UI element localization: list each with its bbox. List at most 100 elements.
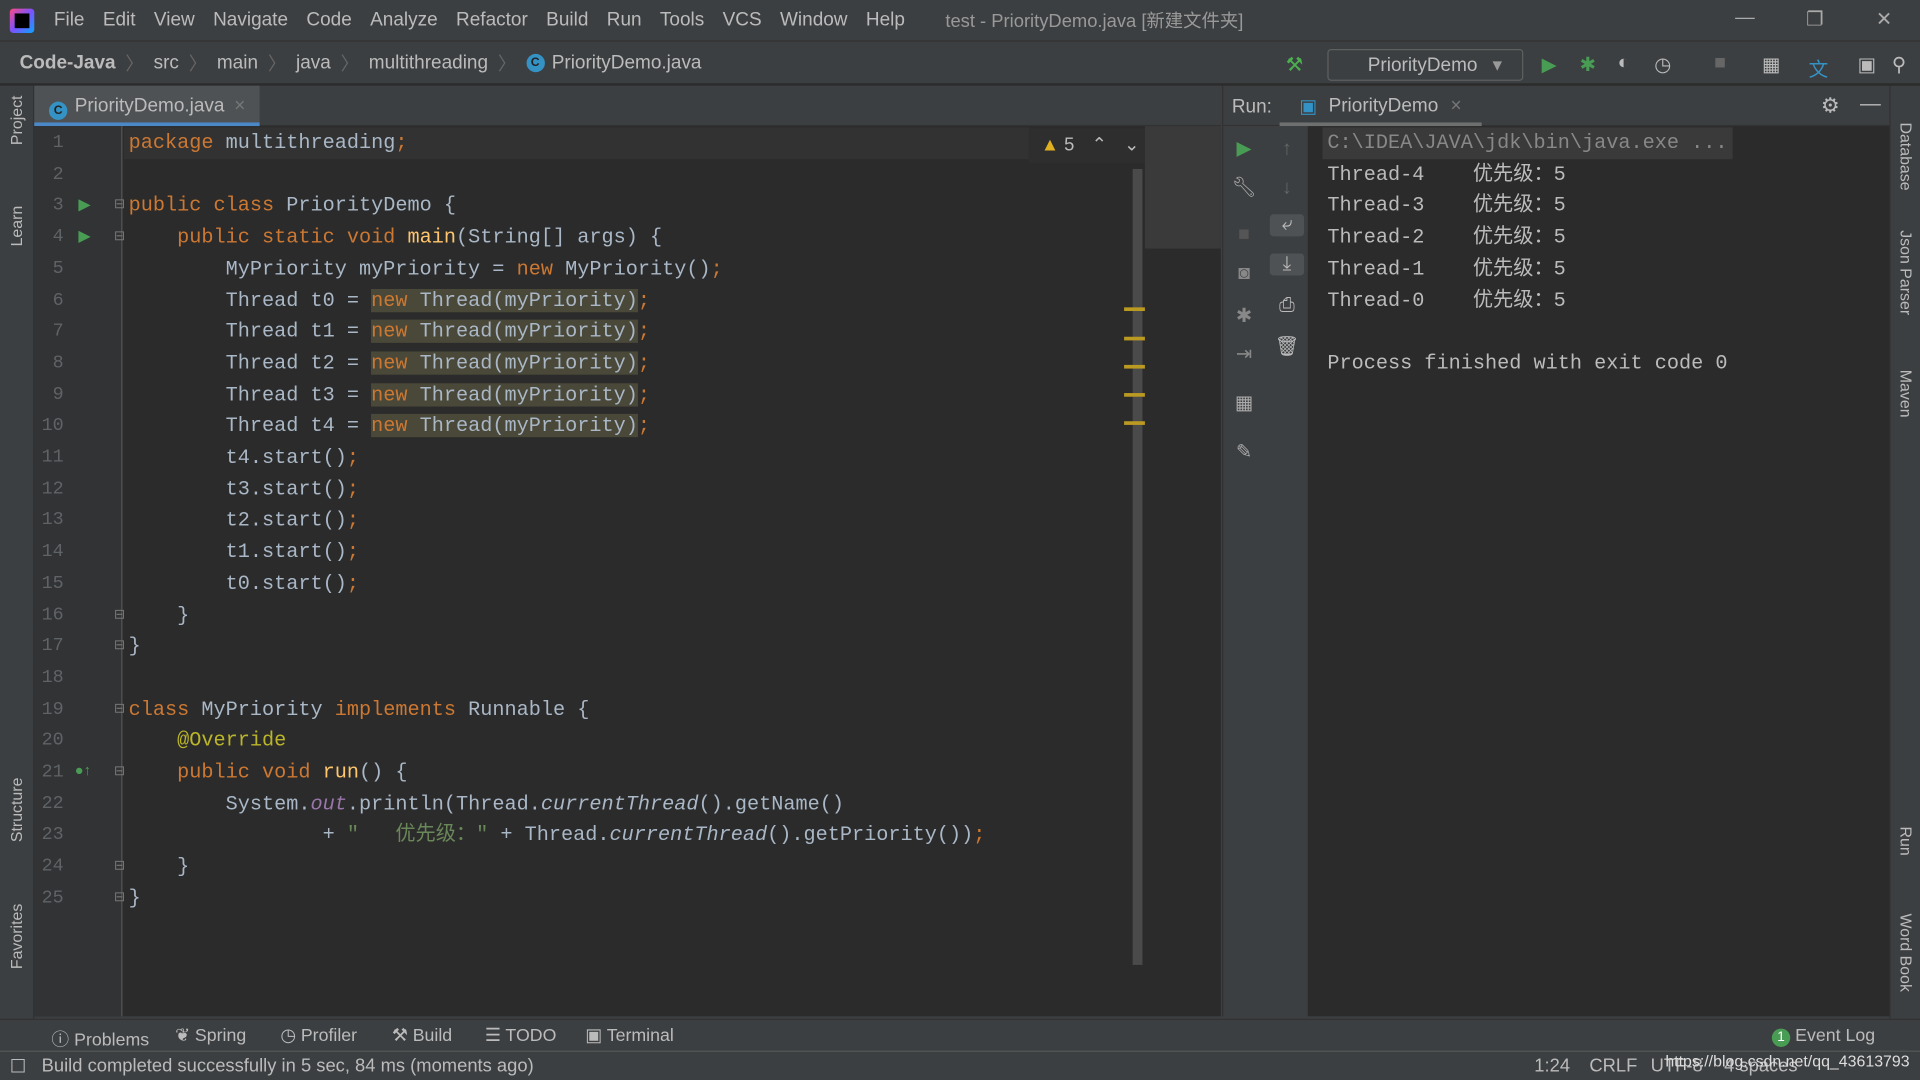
pin-icon[interactable]: ✎ <box>1227 440 1261 464</box>
tool-database[interactable]: Database <box>1897 122 1915 190</box>
menu-run[interactable]: Run <box>607 9 642 31</box>
tool-terminal[interactable]: ▣ Terminal <box>585 1026 673 1046</box>
debug-bug-icon[interactable]: ✱ <box>1227 304 1261 328</box>
menu-tools[interactable]: Tools <box>660 9 704 31</box>
run-gutter-icon[interactable]: ▶ <box>78 195 90 215</box>
menu-window[interactable]: Window <box>780 9 848 31</box>
tool-maven[interactable]: Maven <box>1897 370 1915 418</box>
menu-build[interactable]: Build <box>546 9 588 31</box>
warning-marker[interactable] <box>1124 307 1145 312</box>
camera-icon[interactable]: ◙ <box>1227 263 1261 285</box>
fold-icon[interactable]: ⊟ <box>114 763 125 779</box>
project-structure-icon[interactable]: ▦ <box>1762 53 1781 77</box>
rerun-icon[interactable]: ▶ <box>1227 136 1261 160</box>
tool-run[interactable]: Run <box>1897 827 1915 856</box>
status-toggle-icon[interactable]: ☐ <box>10 1056 26 1078</box>
run-config-dropdown[interactable]: PriorityDemo ▾ <box>1327 48 1524 81</box>
stop-icon[interactable]: ■ <box>1227 224 1261 246</box>
menu-analyze[interactable]: Analyze <box>370 9 438 31</box>
menu-vcs[interactable]: VCS <box>723 9 762 31</box>
tool-word-book[interactable]: Word Book <box>1897 913 1915 991</box>
search-icon[interactable]: ⚲ <box>1892 53 1906 77</box>
fold-icon[interactable]: ⊟ <box>114 606 125 622</box>
tab-prioritydemo-java[interactable]: C PriorityDemo.java × <box>34 85 260 127</box>
warning-marker[interactable] <box>1124 421 1145 425</box>
soft-wrap-icon[interactable]: ⤶ <box>1269 214 1305 237</box>
tool-todo[interactable]: ☰ TODO <box>485 1026 556 1046</box>
translate-icon[interactable]: 文 <box>1809 53 1829 82</box>
tool-problems[interactable]: ⓘ Problems <box>51 1026 149 1052</box>
inspection-widget[interactable]: ▲ 5 ⌃ ⌄ <box>1028 128 1152 163</box>
debug-icon[interactable]: ✱ <box>1580 53 1596 77</box>
tool-json-parser[interactable]: Json Parser <box>1897 230 1915 315</box>
fold-icon[interactable]: ⊟ <box>114 857 125 873</box>
warning-marker[interactable] <box>1124 336 1145 341</box>
line-separator[interactable]: CRLF <box>1589 1056 1637 1077</box>
run-console[interactable]: C:\IDEA\JAVA\jdk\bin\java.exe ... Thread-… <box>1307 126 1890 1017</box>
fold-icon[interactable]: ⊟ <box>114 637 125 653</box>
layout-icon[interactable]: ▦ <box>1227 391 1261 415</box>
menu-code[interactable]: Code <box>306 9 351 31</box>
close-tab-icon[interactable]: × <box>1451 96 1462 117</box>
fold-icon[interactable]: ⊟ <box>114 228 125 244</box>
fold-icon[interactable]: ⊟ <box>114 889 125 905</box>
run-icon[interactable]: ▶ <box>1542 53 1557 77</box>
tool-project[interactable]: Project <box>7 96 25 146</box>
terminal-window-icon[interactable]: ▣ <box>1858 53 1877 77</box>
breadcrumb-file[interactable]: PriorityDemo.java <box>552 52 702 74</box>
breadcrumb-project[interactable]: Code-Java <box>20 52 116 74</box>
code-line: class MyPriority implements Runnable { <box>129 694 590 726</box>
menu-view[interactable]: View <box>154 9 195 31</box>
caret-position[interactable]: 1:24 <box>1534 1056 1570 1077</box>
run-gutter-icon[interactable]: ▶ <box>78 227 90 247</box>
code-editor[interactable]: 1 package multithreading; 2 3 ▶ ⊟ public class… <box>34 126 1221 1017</box>
tool-structure[interactable]: Structure <box>7 778 25 843</box>
implements-method-icon[interactable]: ●↑ <box>75 762 91 779</box>
fold-icon[interactable]: ⊟ <box>114 700 125 716</box>
build-hammer-icon[interactable]: ⚒ <box>1286 53 1304 77</box>
minimize-button[interactable]: — <box>1735 7 1755 29</box>
code-minimap[interactable] <box>1144 126 1221 249</box>
print-icon[interactable]: ⎙ <box>1270 295 1304 317</box>
status-message[interactable]: Build completed successfully in 5 sec, 8… <box>42 1056 534 1077</box>
wrench-icon[interactable]: 🔧︎ <box>1227 175 1261 199</box>
fold-icon[interactable]: ⊟ <box>114 196 125 213</box>
breadcrumb-package[interactable]: multithreading <box>369 52 488 74</box>
menu-refactor[interactable]: Refactor <box>456 9 528 31</box>
tool-profiler[interactable]: ◷ Profiler <box>280 1026 357 1046</box>
breadcrumb-src[interactable]: src <box>154 52 179 74</box>
down-arrow-icon[interactable]: ↓ <box>1270 178 1304 200</box>
breadcrumb-main[interactable]: main <box>217 52 258 74</box>
tool-spring[interactable]: ❦ Spring <box>175 1026 246 1046</box>
menu-help[interactable]: Help <box>866 9 905 31</box>
menu-edit[interactable]: Edit <box>103 9 136 31</box>
run-tab-prioritydemo[interactable]: ▣ PriorityDemo × <box>1279 86 1482 127</box>
prev-highlight-icon[interactable]: ⌃ <box>1091 135 1106 156</box>
code-token: new <box>516 256 566 281</box>
breadcrumb-java[interactable]: java <box>296 52 331 74</box>
tool-learn[interactable]: Learn <box>7 206 25 247</box>
warning-marker[interactable] <box>1124 364 1145 369</box>
trash-icon[interactable]: 🗑︎ <box>1270 334 1304 358</box>
coverage-icon[interactable]: ◐ <box>1618 53 1630 75</box>
tool-favorites[interactable]: Favorites <box>7 904 25 969</box>
warning-marker[interactable] <box>1124 393 1145 397</box>
line-number: 3 <box>52 195 64 216</box>
line-number: 10 <box>41 415 64 437</box>
scroll-to-end-icon[interactable]: ⤓ <box>1269 253 1305 276</box>
tool-build[interactable]: ⚒ Build <box>392 1026 452 1046</box>
close-window-button[interactable]: ✕ <box>1876 7 1892 31</box>
menu-file[interactable]: File <box>54 9 85 31</box>
hide-panel-icon[interactable]: — <box>1860 92 1881 116</box>
up-arrow-icon[interactable]: ↑ <box>1270 138 1304 160</box>
stop-icon[interactable]: ■ <box>1714 53 1726 75</box>
event-log-button[interactable]: 1 Event Log <box>1771 1026 1875 1047</box>
restore-button[interactable]: ❐ <box>1806 7 1824 31</box>
editor-scrollbar[interactable] <box>1132 168 1143 965</box>
profiler-icon[interactable]: ◷ <box>1654 53 1671 77</box>
close-tab-icon[interactable]: × <box>234 96 245 117</box>
menu-navigate[interactable]: Navigate <box>213 9 288 31</box>
next-highlight-icon[interactable]: ⌄ <box>1124 135 1139 156</box>
login-icon[interactable]: ⇥ <box>1227 342 1261 366</box>
settings-gear-icon[interactable]: ⚙ <box>1821 94 1840 118</box>
